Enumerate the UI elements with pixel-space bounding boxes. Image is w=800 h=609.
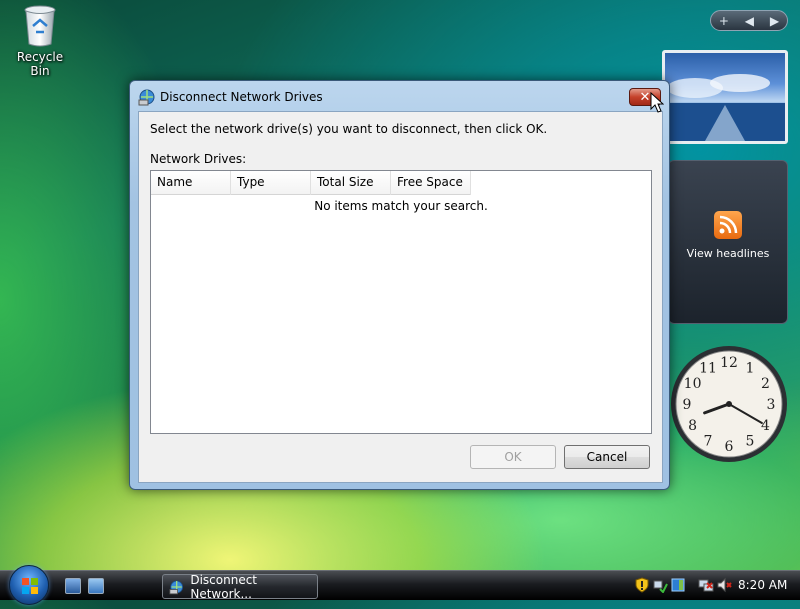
network-icon[interactable]	[652, 577, 668, 593]
sidebar-controls: + ◀ ▶	[710, 10, 788, 31]
clock-number: 10	[684, 376, 702, 392]
clock-number: 6	[725, 439, 734, 455]
recycle-bin-icon	[23, 4, 57, 48]
instruction-text: Select the network drive(s) you want to …	[150, 122, 548, 136]
switch-windows-icon[interactable]	[88, 578, 104, 594]
network-disconnected-icon[interactable]	[698, 577, 714, 593]
column-header-total-size[interactable]: Total Size	[311, 171, 391, 195]
slideshow-gadget[interactable]	[662, 50, 788, 144]
clock-number: 3	[767, 397, 776, 413]
network-drive-icon	[169, 580, 184, 594]
show-desktop-icon[interactable]	[65, 578, 81, 594]
cancel-button[interactable]: Cancel	[564, 445, 650, 469]
windows-logo-icon	[22, 578, 38, 594]
clock-number: 4	[761, 418, 770, 434]
empty-list-message: No items match your search.	[314, 199, 488, 213]
clock-number: 2	[761, 376, 770, 392]
column-header-free-space[interactable]: Free Space	[391, 171, 471, 195]
start-button[interactable]	[9, 565, 49, 605]
feed-headlines-gadget[interactable]: View headlines	[668, 160, 788, 324]
taskbar-button-disconnect-network-drives[interactable]: Disconnect Network...	[162, 572, 318, 601]
clock-number: 5	[746, 433, 755, 449]
mouse-cursor-icon	[650, 92, 664, 113]
clock-number: 1	[746, 361, 755, 377]
sidebar-icon[interactable]	[670, 577, 686, 593]
taskbar: Disconnect Network... 8:20 AM	[0, 565, 800, 605]
next-gadgets-button[interactable]: ▶	[770, 15, 779, 27]
rss-icon	[714, 211, 742, 239]
column-header-type[interactable]: Type	[231, 171, 311, 195]
clock-face: 12 12 3 45678 9 1011	[671, 346, 787, 462]
list-header: Name Type Total Size Free Space	[151, 171, 471, 195]
clock-gadget[interactable]: 12 1 2 3 4 5 6 7 8 9 10 11	[670, 343, 788, 465]
network-drives-list[interactable]: Name Type Total Size Free Space No items…	[150, 170, 652, 434]
view-headlines-label: View headlines	[686, 247, 770, 260]
taskbar-button-label: Disconnect Network...	[190, 572, 258, 601]
volume-muted-icon[interactable]	[716, 577, 732, 593]
clock-number: 9	[683, 397, 692, 413]
desktop-icon-recycle-bin[interactable]: Recycle Bin	[6, 2, 74, 78]
dialog-title-bar: Disconnect Network Drives	[138, 87, 323, 107]
add-gadget-button[interactable]: +	[719, 15, 729, 27]
column-header-name[interactable]: Name	[151, 171, 231, 195]
clock-number: 8	[688, 418, 697, 434]
disconnect-network-drives-dialog: Disconnect Network Drives ✕ Select the n…	[129, 80, 670, 490]
clock-number: 7	[704, 433, 713, 449]
dialog-title: Disconnect Network Drives	[160, 90, 323, 104]
clock-number: 12	[720, 355, 738, 371]
network-drive-icon	[138, 89, 155, 106]
ok-button[interactable]: OK	[470, 445, 556, 469]
clock-number: 11	[699, 361, 717, 377]
desktop-icon-label: Recycle Bin	[16, 50, 64, 78]
network-drives-label: Network Drives:	[150, 152, 247, 166]
previous-gadgets-button[interactable]: ◀	[745, 15, 754, 27]
shield-icon[interactable]	[634, 577, 650, 593]
taskbar-clock[interactable]: 8:20 AM	[738, 578, 787, 592]
dialog-body: Select the network drive(s) you want to …	[138, 111, 663, 483]
slideshow-photo	[665, 74, 785, 141]
